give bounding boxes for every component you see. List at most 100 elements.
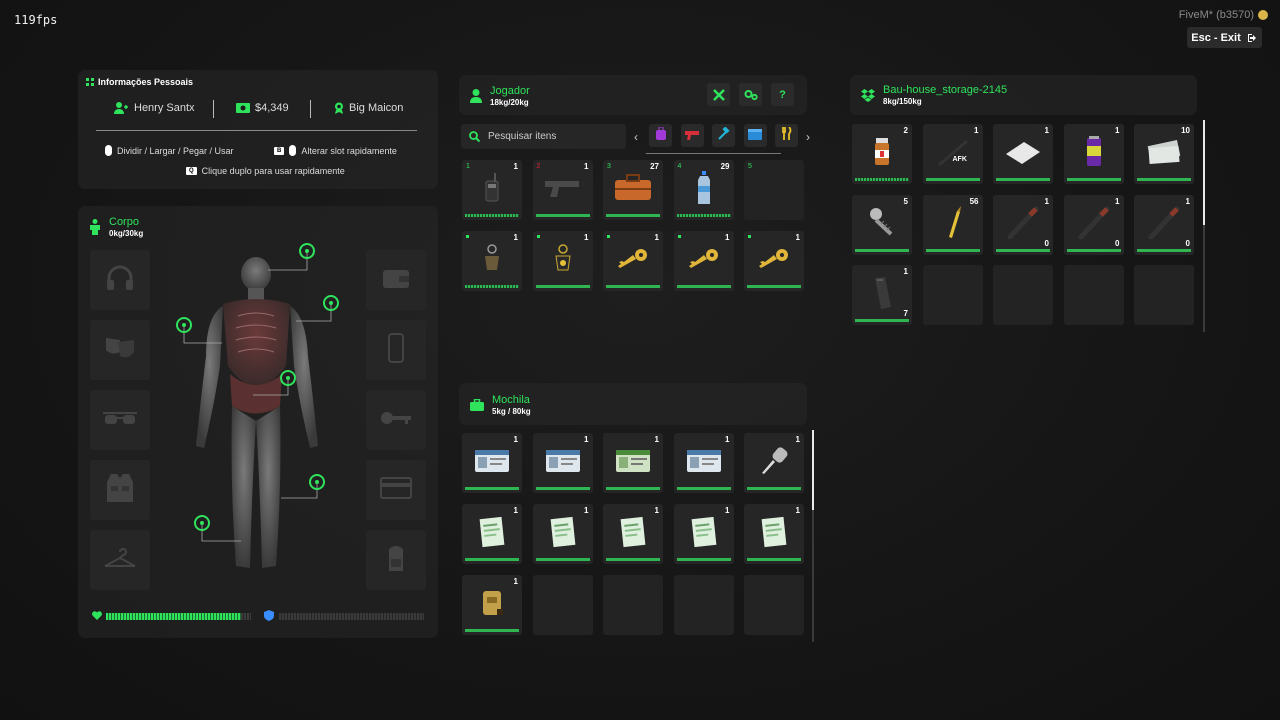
storage-slot[interactable]: 17: [852, 265, 912, 325]
body-markers: [176, 243, 339, 542]
category-next[interactable]: ›: [806, 130, 810, 144]
storage-slot[interactable]: 1: [993, 124, 1053, 184]
slot-durability-bar: [535, 285, 590, 288]
backpack-slot[interactable]: [532, 575, 593, 635]
storage-slot[interactable]: 56: [922, 194, 983, 255]
backpack-slot[interactable]: 1: [673, 433, 734, 493]
backpack-slot[interactable]: 1: [673, 504, 734, 564]
heart-icon: [92, 611, 102, 620]
backpack-header: Mochila 5kg / 80kg: [459, 383, 807, 425]
category-hammer[interactable]: [712, 124, 735, 147]
backpack-slot[interactable]: 1: [462, 433, 522, 493]
player-slot[interactable]: 1: [603, 231, 663, 291]
storage-slot[interactable]: 10: [1063, 194, 1124, 255]
car-key-icon: [759, 446, 789, 476]
slot-count: 1: [1115, 126, 1120, 135]
player-slot[interactable]: 11: [462, 160, 522, 220]
slot-count: 1: [725, 506, 730, 515]
slot-durability-bar: [1066, 178, 1121, 181]
storage-slot[interactable]: 2: [852, 124, 912, 184]
slot-count: 1: [513, 162, 518, 171]
slot-count: 1: [1115, 196, 1120, 206]
storage-slot[interactable]: 10: [993, 194, 1053, 255]
backpack-slot[interactable]: 1: [744, 504, 804, 564]
radio-icon: [482, 172, 502, 203]
slot-count: 5: [903, 196, 908, 206]
backpack-slot[interactable]: 1: [462, 504, 522, 564]
pistol-icon: [543, 178, 583, 198]
backpack-slot[interactable]: 1: [603, 433, 663, 493]
personal-info-panel: Informações Pessoais Henry Santx $4,349 …: [78, 70, 438, 189]
player-icon: [470, 89, 482, 103]
slot-durability-bar: [925, 178, 980, 181]
storage-slot[interactable]: [1063, 265, 1124, 325]
player-slot[interactable]: 5: [744, 160, 804, 220]
backpack-slot[interactable]: [673, 575, 734, 635]
backpack-slot[interactable]: [603, 575, 663, 635]
slot-durability-bar: [676, 285, 731, 288]
storage-slot[interactable]: 1: [1063, 124, 1124, 184]
storage-slot[interactable]: [993, 265, 1053, 325]
keychain-icon: [482, 243, 502, 274]
player-slot[interactable]: 4 29: [673, 160, 734, 220]
help-icon: ?: [779, 88, 786, 101]
storage-slot[interactable]: 1 AFK: [922, 124, 983, 184]
client-version: FiveM* (b3570): [1179, 9, 1268, 21]
food-icon: [781, 125, 793, 145]
backpack-slot[interactable]: 1: [462, 575, 522, 635]
storage-scrollbar[interactable]: [1203, 120, 1205, 332]
slot-durability: 7: [903, 309, 908, 318]
storage-slot[interactable]: 10: [1134, 194, 1194, 255]
backpack-slot[interactable]: 1: [532, 504, 593, 564]
backpack-slot[interactable]: 1: [603, 504, 663, 564]
player-slot[interactable]: 1: [462, 231, 522, 291]
player-slot[interactable]: 1: [744, 231, 804, 291]
player-slot[interactable]: 1: [532, 231, 593, 291]
backpack-scrollbar[interactable]: [812, 430, 814, 642]
category-food[interactable]: [775, 124, 798, 147]
exit-button[interactable]: Esc - Exit: [1187, 27, 1262, 48]
slot-count: 1: [584, 162, 589, 171]
backpack-slot[interactable]: [744, 575, 804, 635]
slot-durability-bar: [676, 558, 731, 561]
category-prev[interactable]: ‹: [634, 130, 638, 144]
storage-slot[interactable]: [922, 265, 983, 325]
player-slot[interactable]: 3 27: [603, 160, 663, 220]
category-gun[interactable]: [680, 124, 704, 147]
money-icon: [236, 103, 250, 113]
briefcase-icon: [470, 399, 484, 411]
job-value: Big Maicon: [349, 102, 404, 114]
slot-durability-bar: [996, 178, 1050, 181]
player-slot[interactable]: 21: [532, 160, 593, 220]
key-icon: [757, 248, 791, 270]
storage-slot[interactable]: 10: [1134, 124, 1194, 184]
tools-icon: [712, 88, 725, 101]
category-bag[interactable]: [649, 124, 672, 147]
category-box[interactable]: [743, 124, 767, 147]
storage-slot[interactable]: [1134, 265, 1194, 325]
personal-info-title: Informações Pessoais: [98, 77, 194, 87]
slot-marker: [466, 235, 469, 238]
player-slot[interactable]: 1: [673, 231, 734, 291]
slot-marker: [677, 235, 681, 238]
slot-hotkey: 2: [536, 163, 541, 170]
settings-button[interactable]: [739, 83, 762, 106]
body-panel: Corpo 0kg/30kg: [78, 206, 438, 638]
tools-button[interactable]: [707, 83, 730, 106]
help-button[interactable]: ?: [771, 83, 794, 106]
backpack-slot[interactable]: 1: [744, 433, 804, 493]
storage-slot[interactable]: 5: [852, 194, 912, 255]
backpack-slot[interactable]: 1: [532, 433, 593, 493]
hint-doubleclick-text: Clique duplo para usar rapidamente: [201, 166, 345, 176]
hint-mouse: Dividir / Largar / Pegar / Usar: [105, 145, 234, 156]
search-input[interactable]: [488, 131, 608, 142]
can-icon: [1086, 135, 1102, 168]
slot-hotkey: 4: [677, 163, 682, 170]
slot-durability-bar: [747, 558, 801, 561]
dropbox-icon: [861, 88, 875, 102]
bat-icon: [1077, 205, 1111, 240]
hint-quickslot: B Alterar slot rapidamente: [274, 145, 397, 156]
slot-count: 1: [584, 233, 589, 242]
slot-durability-bar: [465, 214, 519, 217]
backpack-title-group: Mochila 5kg / 80kg: [470, 394, 531, 416]
